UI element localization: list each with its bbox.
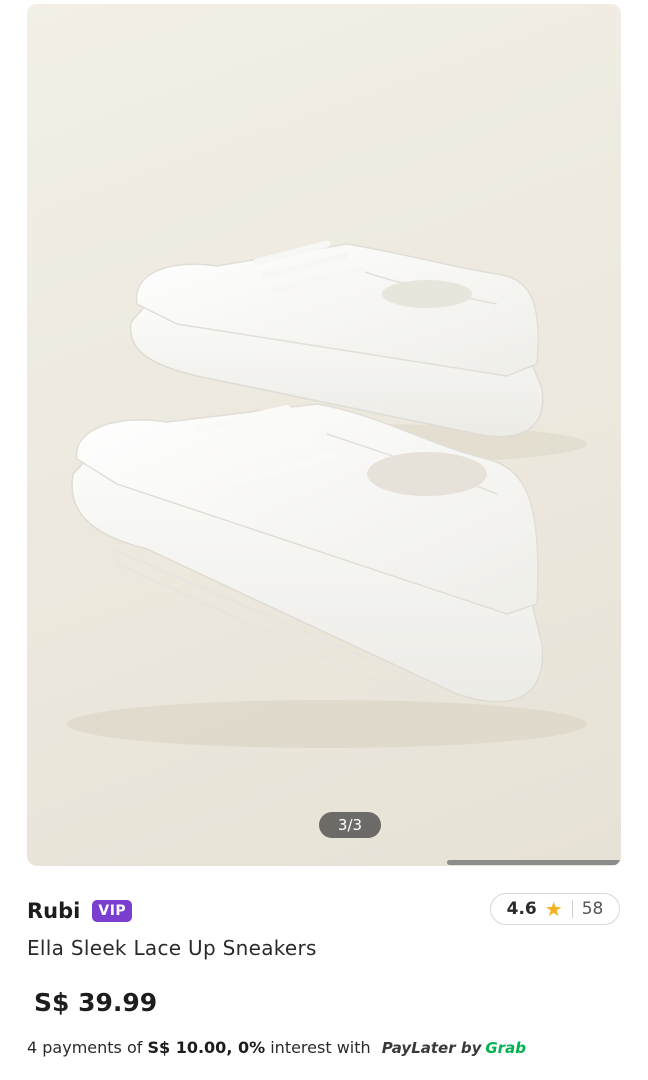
gallery-scrollbar[interactable] [447, 860, 621, 865]
rating-value: 4.6 [506, 899, 537, 919]
paylater-logo: PayLater by [381, 1039, 482, 1057]
product-image[interactable] [27, 4, 621, 866]
seller-name[interactable]: Rubi [27, 899, 80, 923]
seller-row[interactable]: Rubi VIP [27, 894, 133, 928]
image-pager-indicator: 3/3 [319, 812, 381, 838]
star-icon: ★ [544, 897, 563, 921]
installment-amount: S$ 10.00 [147, 1038, 227, 1057]
vip-badge: VIP [92, 900, 133, 922]
installment-prefix: 4 payments of [27, 1038, 148, 1057]
grab-logo: Grab [485, 1039, 526, 1057]
installment-suffix: interest with [265, 1038, 376, 1057]
review-count: 58 [581, 899, 604, 919]
installment-interest: 0% [237, 1038, 266, 1057]
installment-separator: , [226, 1038, 238, 1057]
product-image-gallery[interactable]: 3/3 [27, 4, 621, 866]
product-price: S$ 39.99 [34, 988, 158, 1017]
rating-divider [571, 900, 573, 918]
installment-info[interactable]: 4 payments of S$ 10.00 , 0% interest wit… [27, 1038, 526, 1057]
product-title: Ella Sleek Lace Up Sneakers [27, 936, 317, 960]
rating-pill[interactable]: 4.6 ★ 58 [490, 893, 620, 925]
